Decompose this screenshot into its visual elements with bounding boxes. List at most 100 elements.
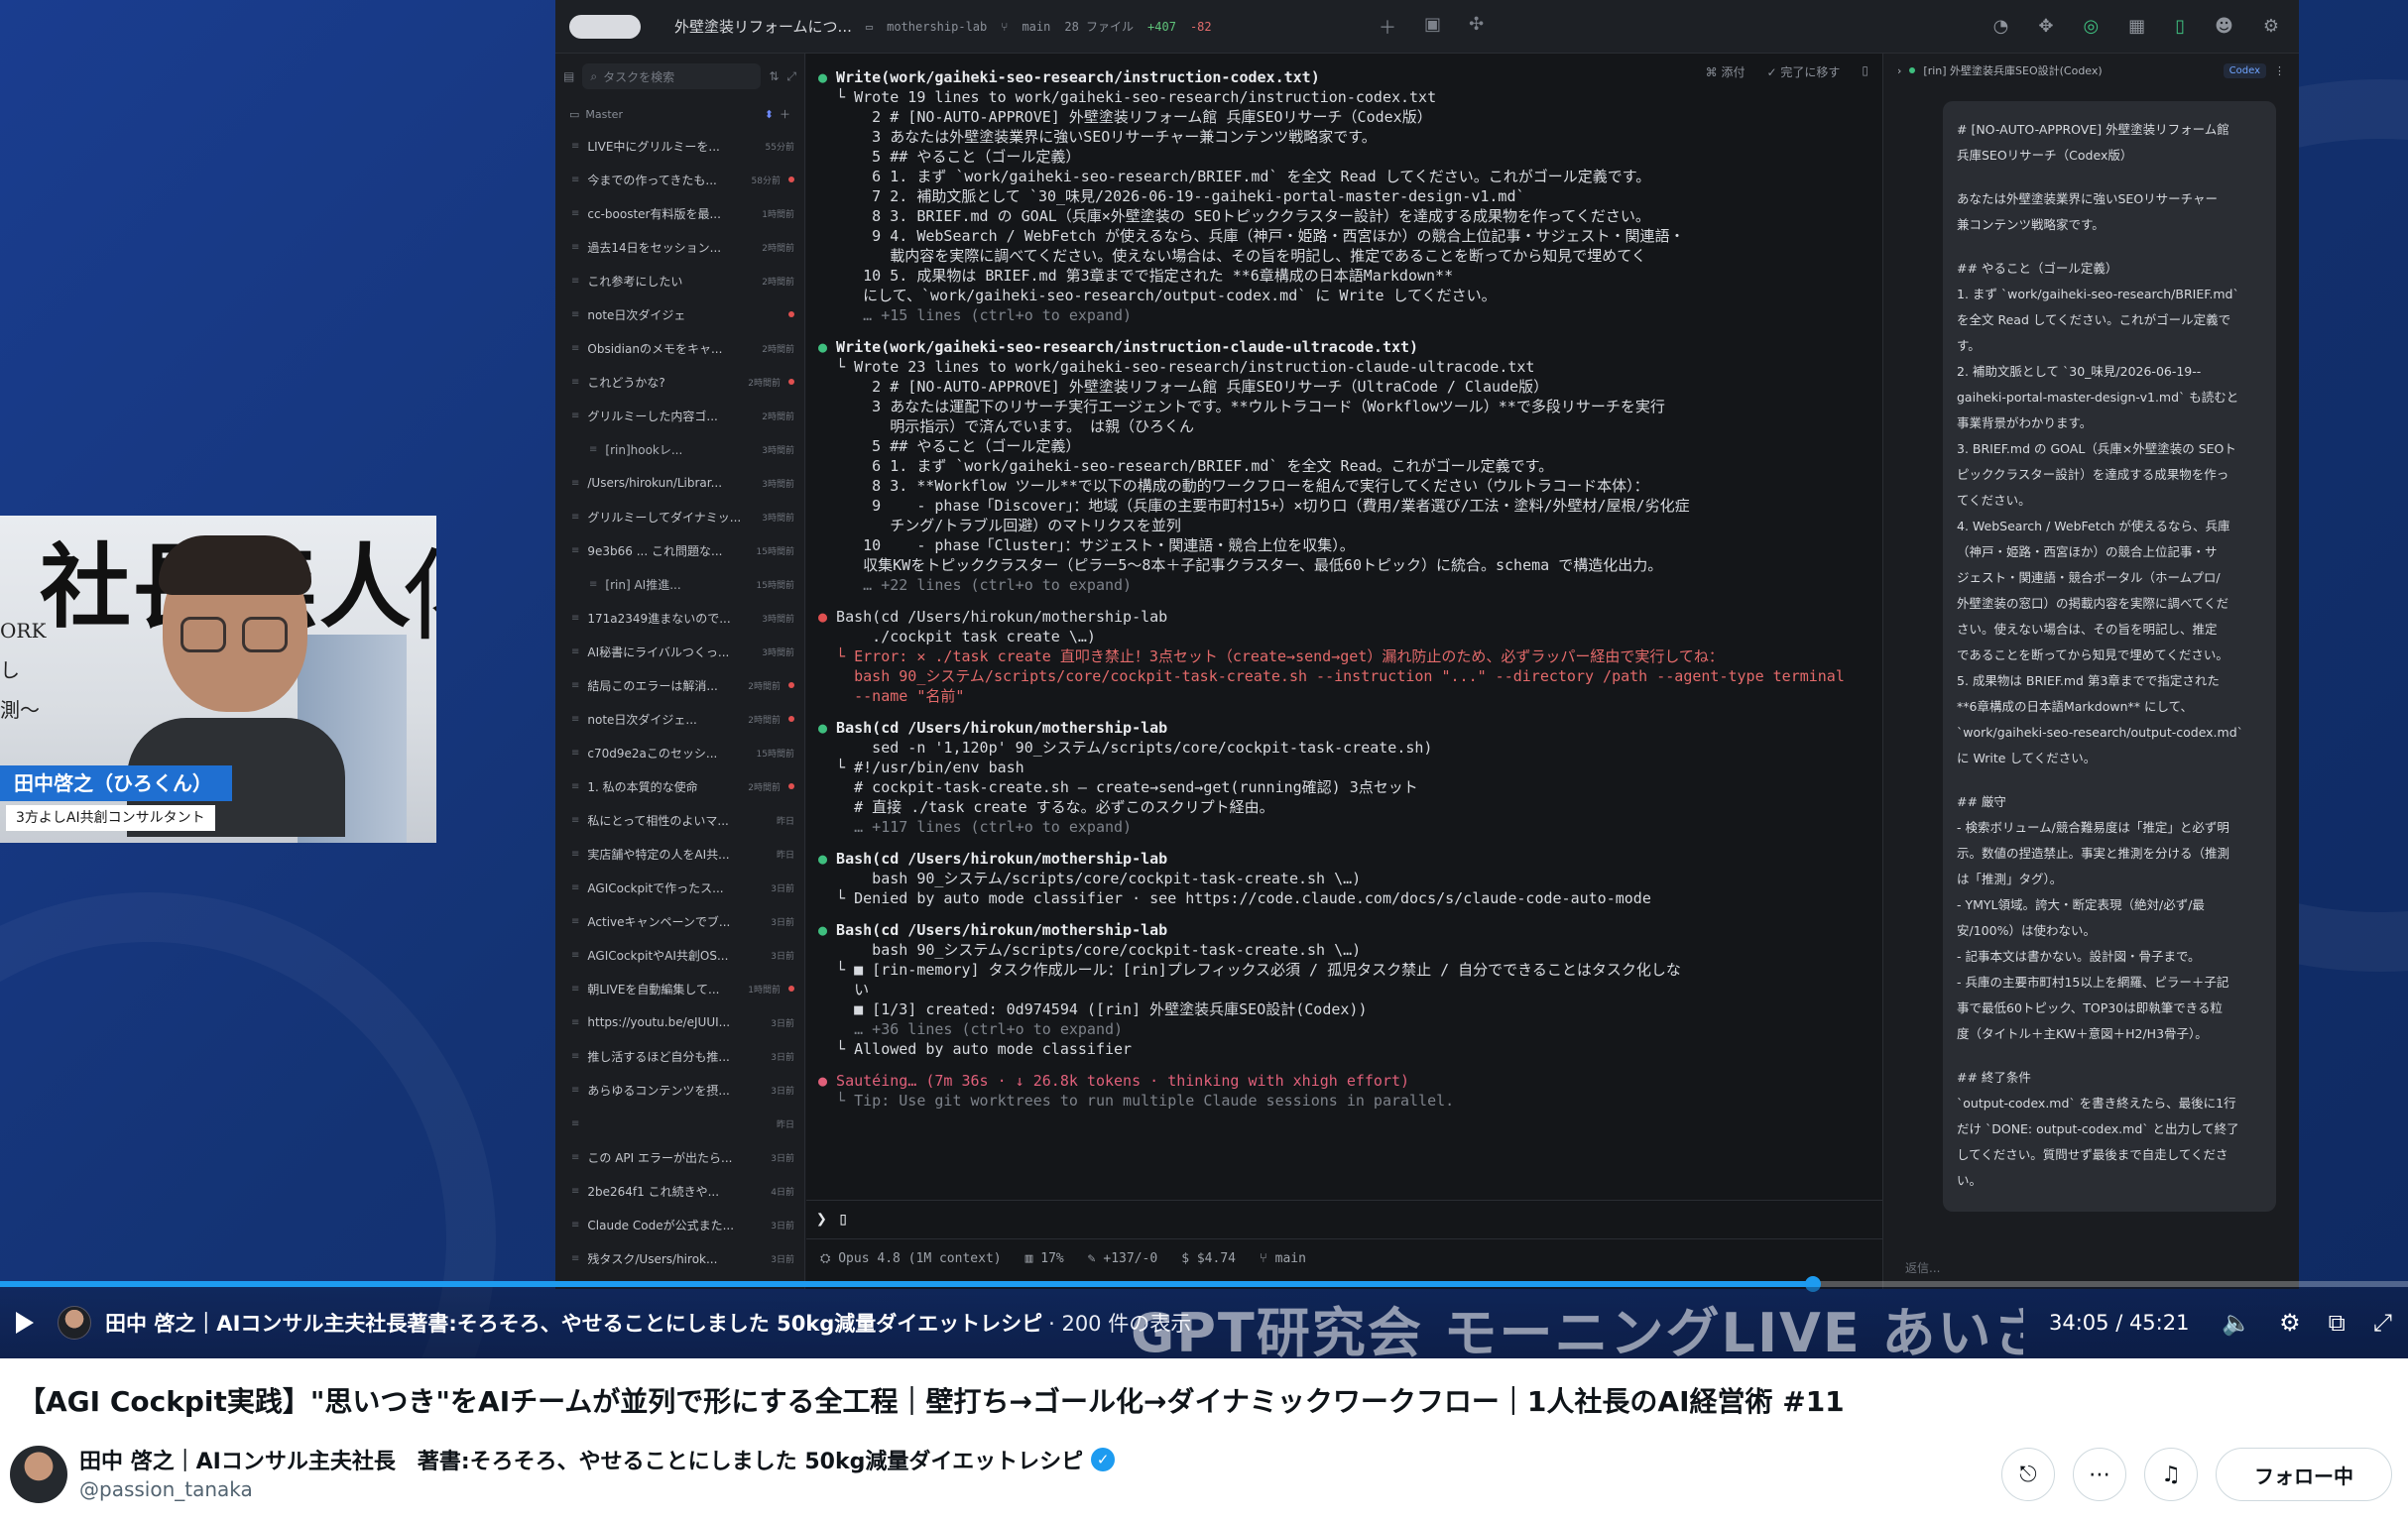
notify-icon[interactable]: ♫ xyxy=(2144,1448,2198,1501)
sidebar-task-item[interactable]: ≡ /Users/hirokun/Librar... 3時間前 xyxy=(555,466,804,500)
task-label: これどうかな? xyxy=(587,375,665,390)
message-line: - 検索ボリューム/競合難易度は「推定」と必ず明 xyxy=(1957,820,2229,835)
gauge-icon[interactable]: ◔ xyxy=(1993,16,2009,37)
settings-icon[interactable]: ⚙ xyxy=(2279,1309,2301,1337)
log-line: 10 5. 成果物は BRIEF.md 第3章までで指定された **6章構成の日… xyxy=(818,267,1454,285)
sidebar-task-item[interactable]: ≡ 2be264f1 これ続きや... 4日前 xyxy=(555,1174,804,1208)
openai-icon[interactable]: ◎ xyxy=(2083,16,2099,37)
plus-icon[interactable]: ＋ xyxy=(1379,14,1396,40)
sidebar-task-item[interactable]: ≡ [rin] AI推進... 15時間前 xyxy=(555,567,804,601)
sidebar-task-item[interactable]: ≡ note日次ダイジェ... 2時間前 xyxy=(555,702,804,736)
message-line: 兵庫SEOリサーチ（Codex版） xyxy=(1957,148,2133,163)
sidebar-task-item[interactable]: ≡ これどうかな? 2時間前 xyxy=(555,365,804,399)
message-line: い。 xyxy=(1957,1173,1983,1188)
sidebar-task-item[interactable]: ≡ 1. 私の本質的な使命 2時間前 xyxy=(555,769,804,803)
channel-avatar[interactable] xyxy=(58,1306,91,1340)
sidebar-task-item[interactable]: ≡ あらゆるコンテンツを摂... 3日前 xyxy=(555,1073,804,1107)
message-line: 5. 成果物は BRIEF.md 第3章までで指定された xyxy=(1957,673,2220,688)
sidebar-task-item[interactable]: ≡ AGICockpitやAI共創OS... 3日前 xyxy=(555,938,804,972)
author-name[interactable]: 田中 啓之｜AIコンサル主夫社長 著書:そろそろ、やせることにしました 50kg… xyxy=(79,1444,1083,1475)
window-pill[interactable] xyxy=(569,14,641,39)
sidebar-task-item[interactable]: ≡ note日次ダイジェ xyxy=(555,297,804,331)
prompt-input[interactable]: ❯ ▯ xyxy=(806,1200,1882,1239)
sidebar-task-item[interactable]: ≡ Activeキャンペーンでブ... 3日前 xyxy=(555,904,804,938)
briefcase-icon[interactable]: ▣ xyxy=(1424,14,1441,40)
sidebar-task-item[interactable]: ≡ 昨日 xyxy=(555,1107,804,1140)
sidebar-task-item[interactable]: ≡ グリルミーした内容ゴ... 2時間前 xyxy=(555,399,804,432)
sidebar-task-item[interactable]: ≡ 今までの作ってきたも... 58分前 xyxy=(555,163,804,196)
message-bubble: # [NO-AUTO-APPROVE] 外壁塗装リフォーム館 兵庫SEOリサーチ（… xyxy=(1943,101,2276,1212)
player-channel[interactable]: 田中 啓之｜AIコンサル主夫社長著書:そろそろ、やせることにしました 50kg減… xyxy=(105,1308,1042,1338)
author-avatar[interactable] xyxy=(10,1446,67,1503)
task-label: Activeキャンペーンでブ... xyxy=(587,914,731,929)
tools-icon[interactable]: ✣ xyxy=(1469,14,1484,40)
sidebar-task-item[interactable]: ≡ cc-booster有料版を最... 1時間前 xyxy=(555,196,804,230)
puzzle-icon[interactable]: ✥ xyxy=(2038,16,2053,37)
add-task-icon[interactable]: ＋ xyxy=(780,106,790,122)
task-icon: ≡ xyxy=(571,848,580,860)
sidebar-task-item[interactable]: ≡ グリルミーしてダイナミッ... 3時間前 xyxy=(555,500,804,533)
task-icon: ≡ xyxy=(571,1185,580,1197)
sidebar-task-item[interactable]: ≡ 実店舗や特定の人をAI共... 昨日 xyxy=(555,837,804,871)
sidebar-task-item[interactable]: ≡ 171a2349進まないので... 3時間前 xyxy=(555,601,804,635)
task-label: Claude Codeが公式また... xyxy=(587,1218,735,1232)
sidebar-task-item[interactable]: ≡ AI秘書にライバルつくっ... 3時間前 xyxy=(555,635,804,668)
author-handle[interactable]: @passion_tanaka xyxy=(79,1477,253,1501)
reply-input[interactable]: 返信... xyxy=(1905,1259,1940,1276)
sidebar-task-item[interactable]: ≡ これ参考にしたい 2時間前 xyxy=(555,264,804,297)
sidebar-task-item[interactable]: ≡ AGICockpitで作ったス... 3日前 xyxy=(555,871,804,904)
gear-icon[interactable]: ⚙ xyxy=(2263,16,2279,37)
sidebar-task-item[interactable]: ≡ 過去14日をセッション... 2時間前 xyxy=(555,230,804,264)
task-icon: ≡ xyxy=(571,645,580,657)
message-line: 3. BRIEF.md の GOAL（兵庫×外壁塗装の SEOト xyxy=(1957,441,2236,456)
expand-icon[interactable]: ⤢ xyxy=(786,69,796,84)
log-line: 8 3. BRIEF.md の GOAL（兵庫×外壁塗装の SEOトピッククラス… xyxy=(818,207,1650,225)
sidebar-task-item[interactable]: ≡ Claude Codeが公式また... 3日前 xyxy=(555,1208,804,1241)
agi-cockpit-window: 外壁塗装リフォームにつ... ▭ mothership-lab ⑂ main 2… xyxy=(555,0,2299,1289)
chevron-icon[interactable]: › xyxy=(1897,64,1901,77)
task-icon: ≡ xyxy=(571,1151,580,1163)
sidebar-task-item[interactable]: ≡ 9e3b66 ... これ問題な... 15時間前 xyxy=(555,533,804,567)
log-line: └ Wrote 23 lines to work/gaiheki-seo-res… xyxy=(818,358,1535,376)
pin-icon[interactable]: ⬍ xyxy=(765,108,774,121)
sidebar-task-item[interactable]: ≡ Obsidianのメモをキャ... 2時間前 xyxy=(555,331,804,365)
panel-icon[interactable]: ▯ xyxy=(2175,16,2185,37)
task-time: 3日前 xyxy=(771,951,794,962)
log-line: … +117 lines (ctrl+o to expand) xyxy=(818,818,1133,836)
follow-button[interactable]: フォロー中 xyxy=(2216,1448,2392,1501)
sidebar-toggle-icon[interactable]: ▤ xyxy=(563,69,574,83)
grid-icon[interactable]: ▦ xyxy=(2128,16,2145,37)
sidebar-task-item[interactable]: ≡ 結局このエラーは解消... 2時間前 xyxy=(555,668,804,702)
sidebar-task-item[interactable]: ≡ https://youtu.be/eJUUI... 3日前 xyxy=(555,1005,804,1039)
task-label: 朝LIVEを自動編集して... xyxy=(587,982,720,996)
message-line: てください。 xyxy=(1957,493,2031,508)
task-label: AGICockpitやAI共創OS... xyxy=(587,948,729,963)
sidebar-task-item[interactable]: ≡ LIVE中にグリルミーを... 55分前 xyxy=(555,129,804,163)
more-options-icon[interactable]: ⋯ xyxy=(2073,1448,2126,1501)
video-frame[interactable]: 外壁塗装リフォームにつ... ▭ mothership-lab ⑂ main 2… xyxy=(0,0,2408,1358)
log-line: 7 2. 補助文脈として `30_味見/2026-06-19--gaiheki-… xyxy=(818,187,1525,205)
picture-in-picture-icon[interactable]: ⧉ xyxy=(2329,1309,2346,1337)
task-label: 結局このエラーは解消... xyxy=(587,678,718,693)
sidebar-task-item[interactable]: ≡ 残タスク/Users/hirok... 3日前 xyxy=(555,1241,804,1275)
share-icon[interactable]: ⎋ xyxy=(2001,1448,2055,1501)
task-time: 1時間前 xyxy=(748,985,781,996)
task-icon: ≡ xyxy=(571,1252,580,1264)
volume-icon[interactable]: 🔈 xyxy=(2222,1309,2251,1337)
sidebar-task-item[interactable]: ≡ この API エラーが出たら... 3日前 xyxy=(555,1140,804,1174)
sidebar-task-item[interactable]: ≡ 推し活するほど自分も推... 3日前 xyxy=(555,1039,804,1073)
sidebar-task-item[interactable]: ≡ [rin]hookレ... 3時間前 xyxy=(555,432,804,466)
sort-icon[interactable]: ⇅ xyxy=(769,69,779,83)
fullscreen-icon[interactable]: ⤢ xyxy=(2373,1309,2392,1337)
sidebar-task-item[interactable]: ≡ c70d9e2aこのセッシ... 15時間前 xyxy=(555,736,804,769)
play-icon[interactable] xyxy=(16,1312,34,1334)
task-label: /Users/hirokun/Librar... xyxy=(587,476,723,490)
more-icon[interactable]: ⋮ xyxy=(2274,64,2285,77)
task-search-input[interactable]: ⌕ タスクを検索 xyxy=(582,63,762,89)
discord-icon[interactable]: ☻ xyxy=(2215,16,2233,37)
author-name-row[interactable]: 田中 啓之｜AIコンサル主夫社長 著書:そろそろ、やせることにしました 50kg… xyxy=(79,1444,1116,1475)
sidebar-task-item[interactable]: ≡ 私にとって相性のよいマ... 昨日 xyxy=(555,803,804,837)
sidebar-task-item[interactable]: ≡ 朝LIVEを自動編集して... 1時間前 xyxy=(555,972,804,1005)
